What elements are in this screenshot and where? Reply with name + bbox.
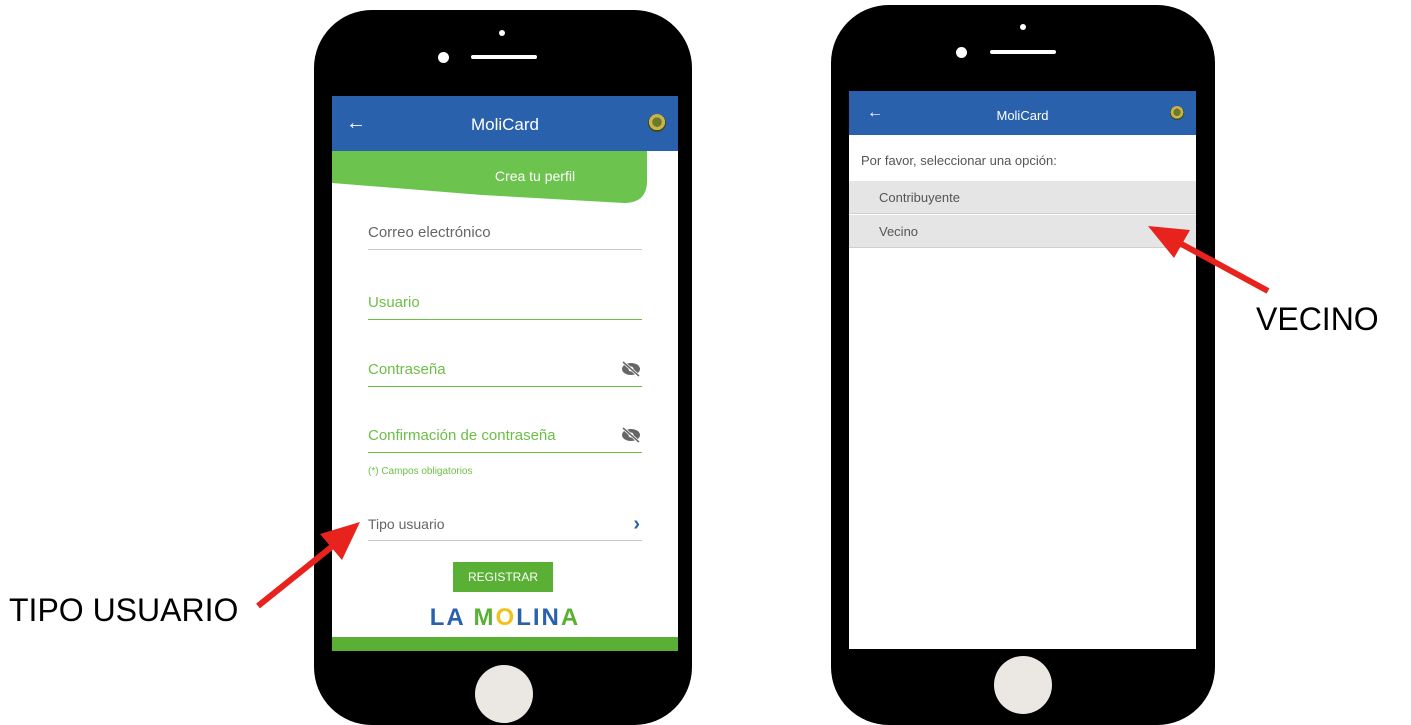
arrow-to-vecino-icon bbox=[1148, 226, 1270, 294]
